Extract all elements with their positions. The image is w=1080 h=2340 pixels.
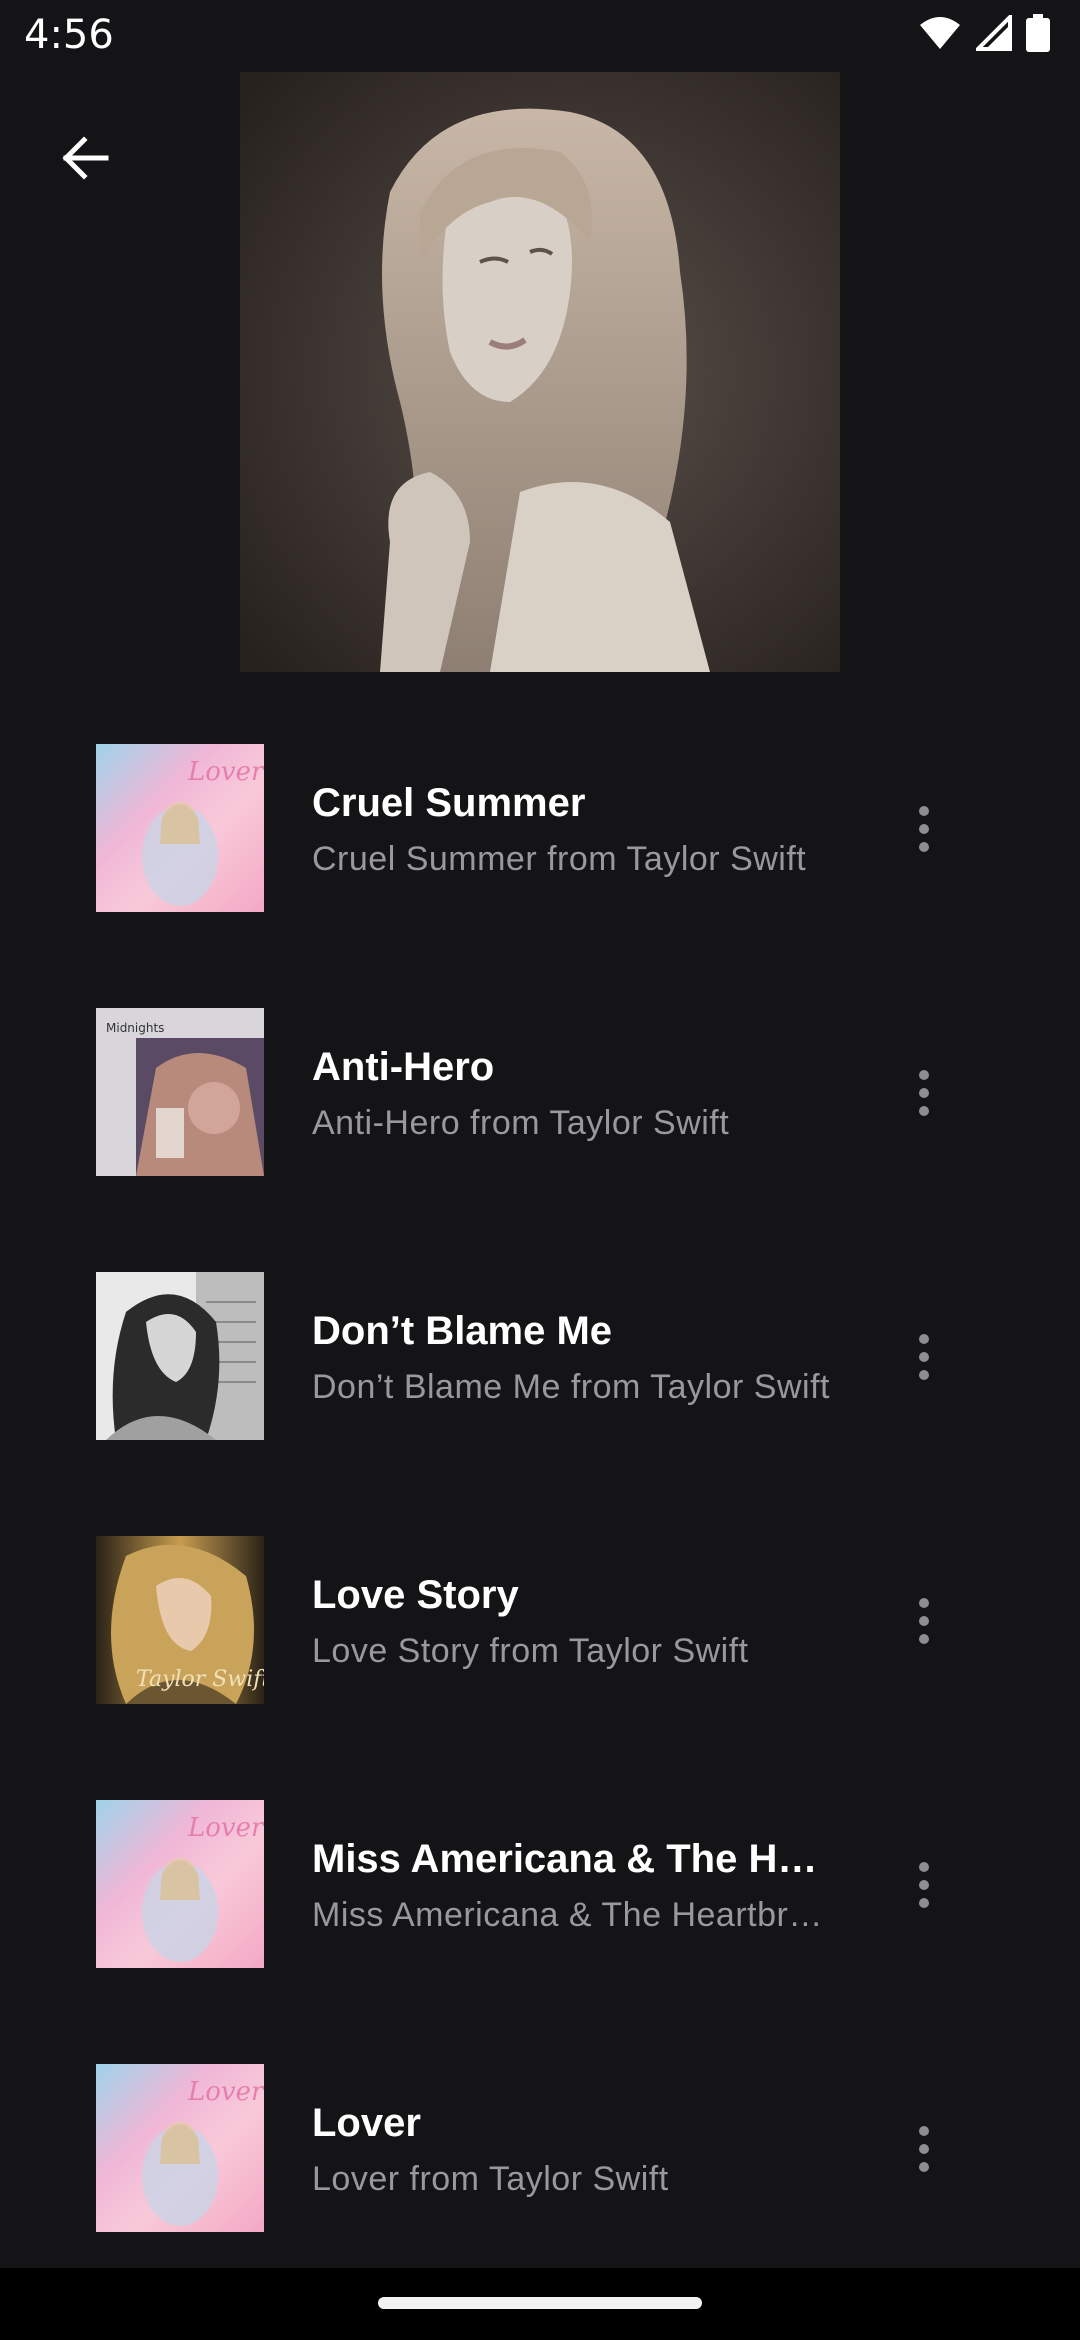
song-title: Love Story [312, 1573, 519, 1617]
album-art-thumbnail: Lover [96, 744, 264, 912]
more-options-button[interactable] [880, 785, 968, 873]
song-title: Cruel Summer [312, 781, 586, 825]
more-vert-icon [919, 1070, 929, 1116]
song-text: Cruel Summer Cruel Summer from Taylor Sw… [312, 777, 832, 881]
song-list-item[interactable]: Taylor Swift Love Story Love Story from … [0, 1497, 1080, 1761]
album-art-thumbnail: Midnights [96, 1008, 264, 1176]
song-subtitle: Don’t Blame Me from Taylor Swift [312, 1368, 830, 1406]
arrow-left-icon [58, 132, 110, 189]
song-text: Don’t Blame Me Don’t Blame Me from Taylo… [312, 1305, 832, 1409]
album-art-thumbnail [96, 1272, 264, 1440]
more-options-button[interactable] [880, 1577, 968, 1665]
album-cover-hero [240, 72, 840, 672]
song-subtitle: Anti-Hero from Taylor Swift [312, 1104, 730, 1142]
svg-text:Lover: Lover [187, 2077, 264, 2107]
status-time: 4:56 [24, 12, 114, 58]
song-text: Lover Lover from Taylor Swift [312, 2097, 832, 2201]
more-vert-icon [919, 1598, 929, 1644]
song-text: Miss Americana & The Heartbreak Prince M… [312, 1833, 832, 1937]
song-list-item[interactable]: Don’t Blame Me Don’t Blame Me from Taylo… [0, 1233, 1080, 1497]
more-options-button[interactable] [880, 1841, 968, 1929]
song-subtitle: Miss Americana & The Heartbreak Prince f… [312, 1896, 832, 1934]
battery-icon [1026, 14, 1050, 52]
svg-text:Lover: Lover [187, 757, 264, 787]
signal-icon [976, 15, 1012, 51]
album-art-thumbnail: Taylor Swift [96, 1536, 264, 1704]
song-title: Lover [312, 2101, 421, 2145]
more-options-button[interactable] [880, 2105, 968, 2193]
song-title: Don’t Blame Me [312, 1309, 613, 1353]
more-vert-icon [919, 1334, 929, 1380]
song-text: Love Story Love Story from Taylor Swift [312, 1569, 832, 1673]
song-list-item[interactable]: Midnights Anti-Hero Anti-Hero from Taylo… [0, 969, 1080, 1233]
song-subtitle: Lover from Taylor Swift [312, 2160, 669, 2198]
status-icons [918, 14, 1050, 52]
song-title: Anti-Hero [312, 1045, 495, 1089]
song-subtitle: Cruel Summer from Taylor Swift [312, 840, 807, 878]
song-subtitle: Love Story from Taylor Swift [312, 1632, 749, 1670]
song-text: Anti-Hero Anti-Hero from Taylor Swift [312, 1041, 832, 1145]
more-vert-icon [919, 2126, 929, 2172]
album-art-thumbnail: Lover [96, 2064, 264, 2232]
back-button[interactable] [40, 116, 128, 204]
more-vert-icon [919, 806, 929, 852]
wifi-icon [918, 15, 962, 51]
song-list-item[interactable]: Lover Miss Americana & The Heartbreak Pr… [0, 1761, 1080, 2025]
more-options-button[interactable] [880, 1049, 968, 1137]
song-title: Miss Americana & The Heartbreak Prince [312, 1837, 832, 1881]
song-list-item[interactable]: Lover Cruel Summer Cruel Summer from Tay… [0, 705, 1080, 969]
more-vert-icon [919, 1862, 929, 1908]
song-list-item[interactable]: Lover Lover Lover from Taylor Swift [0, 2025, 1080, 2289]
svg-text:Midnights: Midnights [106, 1021, 164, 1035]
more-options-button[interactable] [880, 1313, 968, 1401]
album-art-thumbnail: Lover [96, 1800, 264, 1968]
song-list: Lover Cruel Summer Cruel Summer from Tay… [0, 705, 1080, 2289]
svg-text:Lover: Lover [187, 1813, 264, 1843]
svg-text:Taylor Swift: Taylor Swift [136, 1667, 264, 1692]
status-bar: 4:56 [0, 0, 1080, 72]
home-indicator[interactable] [378, 2297, 702, 2309]
